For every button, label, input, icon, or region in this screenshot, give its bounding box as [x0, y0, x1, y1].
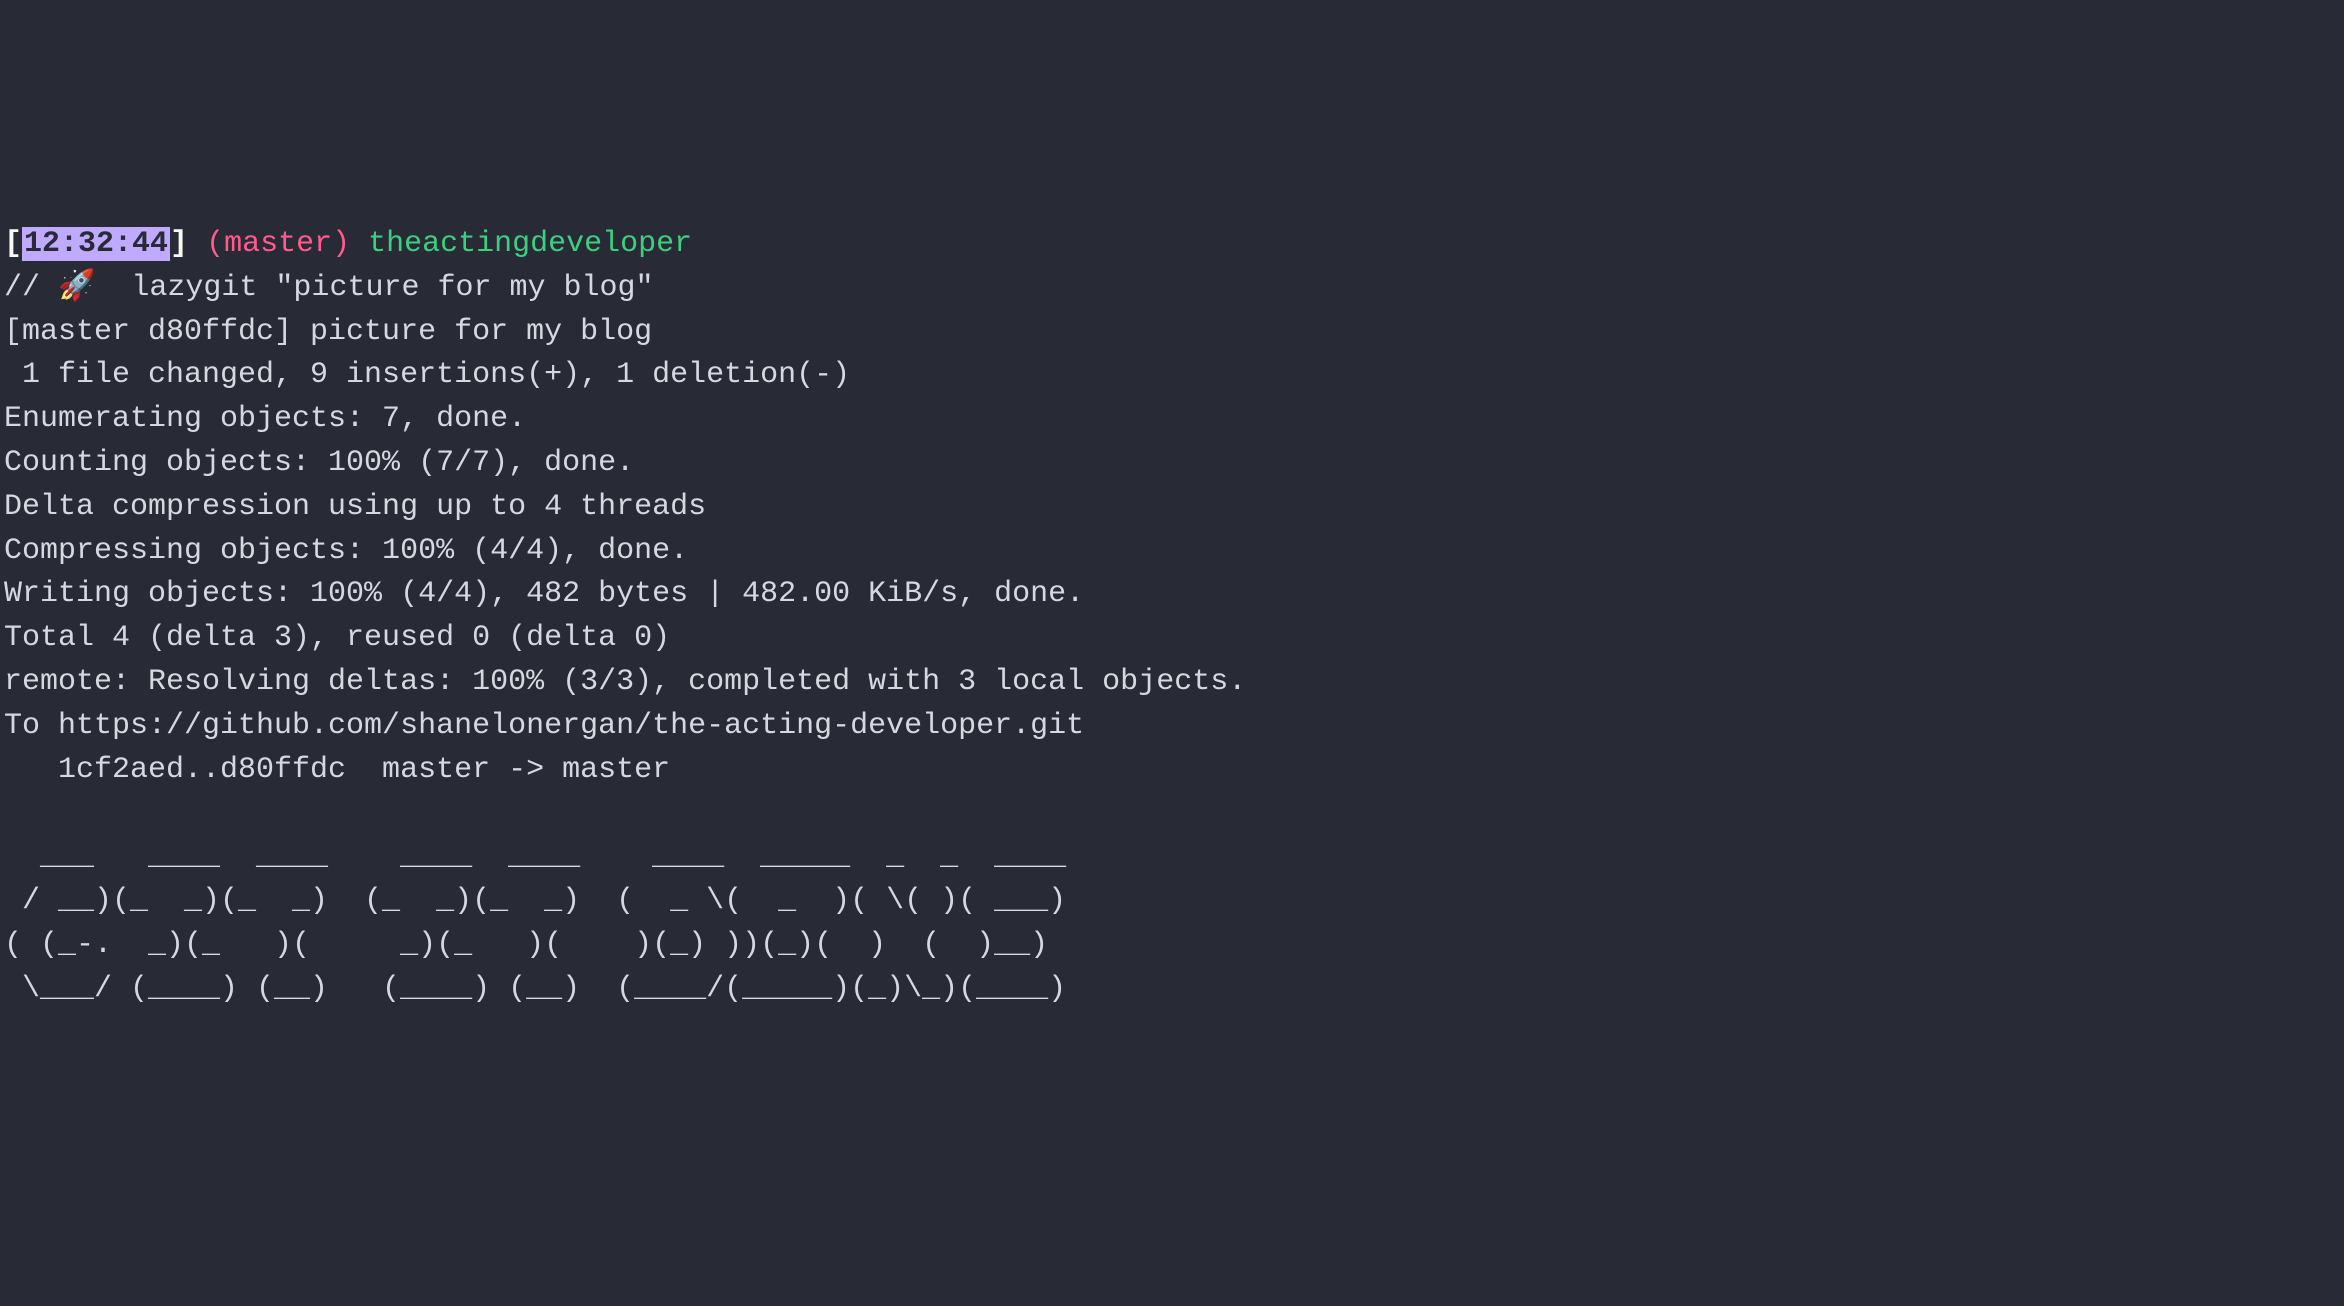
git-writing: Writing objects: 100% (4/4), 482 bytes |…	[4, 577, 1084, 611]
ascii-art-line-4: \___/ (____) (__) (____) (__) (____/(___…	[4, 972, 1066, 1006]
git-commit-summary: [master d80ffdc] picture for my blog	[4, 315, 652, 349]
timestamp: 12:32:44	[22, 227, 170, 261]
git-total: Total 4 (delta 3), reused 0 (delta 0)	[4, 621, 670, 655]
prompt-marker: //	[4, 271, 40, 305]
git-ref-update: 1cf2aed..d80ffdc master -> master	[4, 753, 670, 787]
ascii-art-line-3: ( (_-. _)(_ )( _)(_ )( )(_) ))(_)( ) ( )…	[4, 928, 1066, 962]
ascii-art-line-2: / __)(_ _)(_ _) (_ _)(_ _) ( _ \( _ )( \…	[4, 884, 1066, 918]
git-delta-threads: Delta compression using up to 4 threads	[4, 490, 706, 524]
close-bracket: ]	[170, 227, 188, 261]
git-remote-url: To https://github.com/shanelonergan/the-…	[4, 709, 1084, 743]
current-directory: theactingdeveloper	[368, 227, 692, 261]
open-bracket: [	[4, 227, 22, 261]
prompt-line-2: // 🚀 lazygit "picture for my blog"	[4, 271, 654, 305]
command-text: lazygit "picture for my blog"	[131, 271, 653, 305]
git-diffstat: 1 file changed, 9 insertions(+), 1 delet…	[4, 358, 850, 392]
git-counting: Counting objects: 100% (7/7), done.	[4, 446, 634, 480]
git-compressing: Compressing objects: 100% (4/4), done.	[4, 534, 688, 568]
git-branch: (master)	[206, 227, 350, 261]
git-enumerating: Enumerating objects: 7, done.	[4, 402, 526, 436]
terminal-window[interactable]: [12:32:44] (master) theactingdeveloper /…	[0, 219, 2344, 1011]
ascii-art-line-1: ___ ____ ____ ____ ____ ____ _____ _ _ _…	[4, 840, 1084, 874]
prompt-line-1: [12:32:44] (master) theactingdeveloper	[4, 227, 692, 261]
rocket-icon: 🚀	[58, 271, 95, 305]
git-remote-resolving: remote: Resolving deltas: 100% (3/3), co…	[4, 665, 1246, 699]
